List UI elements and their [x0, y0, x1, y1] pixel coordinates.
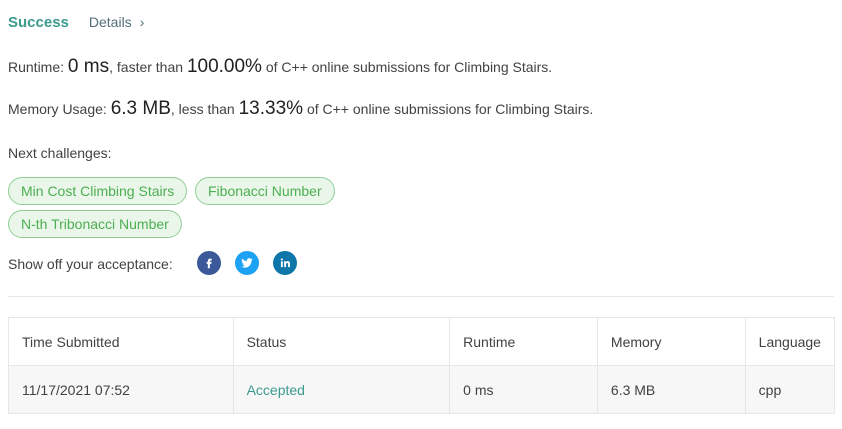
column-header-time-submitted: Time Submitted — [8, 317, 234, 366]
challenge-chip-min-cost-climbing-stairs[interactable]: Min Cost Climbing Stairs — [8, 177, 188, 205]
submissions-table: Time Submitted Status Runtime Memory Lan… — [8, 317, 836, 414]
table-header-row: Time Submitted Status Runtime Memory Lan… — [8, 317, 836, 366]
status-accepted-link[interactable]: Accepted — [247, 382, 305, 398]
runtime-tail-text: of C++ online submissions for Climbing S… — [261, 59, 553, 75]
section-divider — [8, 296, 834, 297]
cell-status: Accepted — [232, 365, 451, 414]
memory-stat: Memory Usage: 6.3 MB, less than 13.33% o… — [8, 98, 593, 120]
column-header-runtime: Runtime — [449, 317, 598, 366]
challenge-chip-nth-tribonacci-number[interactable]: N-th Tribonacci Number — [8, 210, 182, 238]
column-header-language: Language — [744, 317, 836, 366]
runtime-stat: Runtime: 0 ms, faster than 100.00% of C+… — [8, 56, 552, 78]
cell-memory: 6.3 MB — [596, 365, 746, 414]
facebook-share-button[interactable] — [197, 251, 221, 275]
details-link[interactable]: Details › — [89, 14, 144, 30]
runtime-value: 0 ms — [67, 56, 110, 77]
chevron-right-icon: › — [139, 14, 145, 30]
cell-runtime: 0 ms — [449, 365, 598, 414]
share-label: Show off your acceptance: — [8, 256, 173, 272]
facebook-icon — [206, 258, 212, 269]
runtime-percent: 100.00% — [186, 56, 262, 77]
memory-tail-text: of C++ online submissions for Climbing S… — [303, 101, 594, 117]
memory-percent: 13.33% — [238, 98, 304, 119]
twitter-share-button[interactable] — [235, 251, 259, 275]
next-challenges-label: Next challenges: — [8, 145, 112, 161]
table-row: 11/17/2021 07:52 Accepted 0 ms 6.3 MB cp… — [8, 365, 836, 414]
runtime-mid-text: , faster than — [109, 59, 187, 75]
linkedin-icon — [280, 258, 290, 268]
result-header: Success Details › — [8, 14, 144, 31]
cell-language: cpp — [744, 365, 836, 414]
runtime-label: Runtime: — [8, 59, 68, 75]
status-success-label: Success — [8, 14, 69, 31]
memory-label: Memory Usage: — [8, 101, 111, 117]
details-label: Details — [88, 14, 132, 30]
cell-time-submitted: 11/17/2021 07:52 — [8, 365, 234, 414]
memory-mid-text: , less than — [170, 101, 239, 117]
column-header-memory: Memory — [596, 317, 746, 366]
memory-value: 6.3 MB — [110, 98, 171, 119]
column-header-status: Status — [232, 317, 451, 366]
linkedin-share-button[interactable] — [273, 251, 297, 275]
twitter-icon — [241, 258, 253, 268]
challenge-chip-fibonacci-number[interactable]: Fibonacci Number — [195, 177, 335, 205]
